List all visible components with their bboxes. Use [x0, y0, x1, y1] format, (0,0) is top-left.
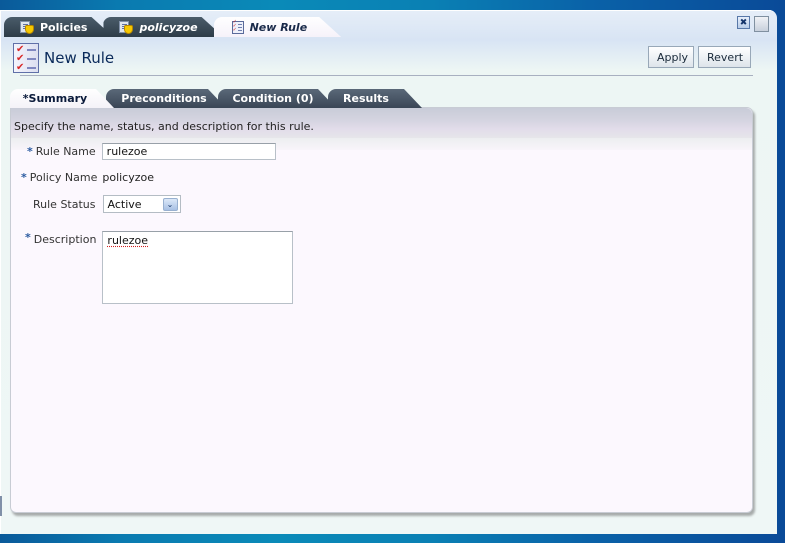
- doc-tab-label: Policies: [40, 20, 88, 34]
- policy-name-label: Policy Name: [29, 171, 98, 184]
- header-divider: [20, 75, 753, 76]
- description-row: * Description rulezoe: [25, 231, 294, 304]
- policy-icon: [119, 21, 133, 34]
- chevron-down-icon[interactable]: ⌄: [162, 198, 178, 211]
- policy-name-value: policyzoe: [102, 171, 155, 184]
- rule-status-value: Active: [107, 198, 142, 211]
- revert-button[interactable]: Revert: [698, 46, 751, 68]
- tab-condition[interactable]: Condition (0): [218, 89, 336, 108]
- doc-tab-label: policyzoe: [139, 20, 198, 34]
- summary-panel: Specify the name, status, and descriptio…: [10, 107, 753, 513]
- tab-preconditions[interactable]: Preconditions: [106, 89, 226, 108]
- document-tabs: Policies policyzoe New Rule: [4, 17, 331, 37]
- left-edge-handle: [0, 496, 2, 516]
- page-title: New Rule: [44, 49, 115, 67]
- close-icon[interactable]: ✖: [737, 16, 750, 29]
- page-header: ✔ ✔ ✔ New Rule Apply Revert: [12, 42, 751, 73]
- policy-name-row: * Policy Name policyzoe: [21, 171, 154, 184]
- rule-icon: [232, 21, 244, 34]
- rule-status-row: Rule Status Active ⌄: [33, 195, 181, 213]
- window-controls: ✖: [737, 16, 769, 32]
- doc-tab-label: New Rule: [249, 20, 308, 34]
- description-label: Description: [33, 233, 97, 246]
- rule-name-row: * Rule Name: [27, 143, 276, 160]
- rule-sub-tabs: *Summary Preconditions Condition (0) Res…: [10, 89, 414, 108]
- apply-button[interactable]: Apply: [648, 46, 694, 68]
- policy-icon: [20, 21, 34, 34]
- description-textarea[interactable]: rulezoe: [102, 231, 294, 304]
- tab-summary[interactable]: *Summary: [10, 89, 114, 108]
- description-value: rulezoe: [107, 234, 149, 247]
- doc-tab-new-rule[interactable]: New Rule: [214, 17, 342, 37]
- required-marker: *: [21, 171, 27, 184]
- rule-name-label: Rule Name: [35, 145, 96, 158]
- instructions-text: Specify the name, status, and descriptio…: [11, 108, 752, 138]
- required-marker: *: [25, 231, 31, 244]
- tab-results[interactable]: Results: [328, 89, 422, 108]
- rule-status-select[interactable]: Active ⌄: [102, 195, 181, 213]
- rule-name-input[interactable]: [101, 143, 276, 160]
- doc-tab-policyzoe[interactable]: policyzoe: [103, 17, 223, 37]
- rule-checklist-icon: ✔ ✔ ✔: [13, 43, 39, 73]
- doc-tab-policies[interactable]: Policies: [4, 17, 113, 37]
- required-marker: *: [27, 145, 33, 158]
- rule-status-label: Rule Status: [33, 197, 96, 211]
- restore-icon[interactable]: [754, 16, 769, 32]
